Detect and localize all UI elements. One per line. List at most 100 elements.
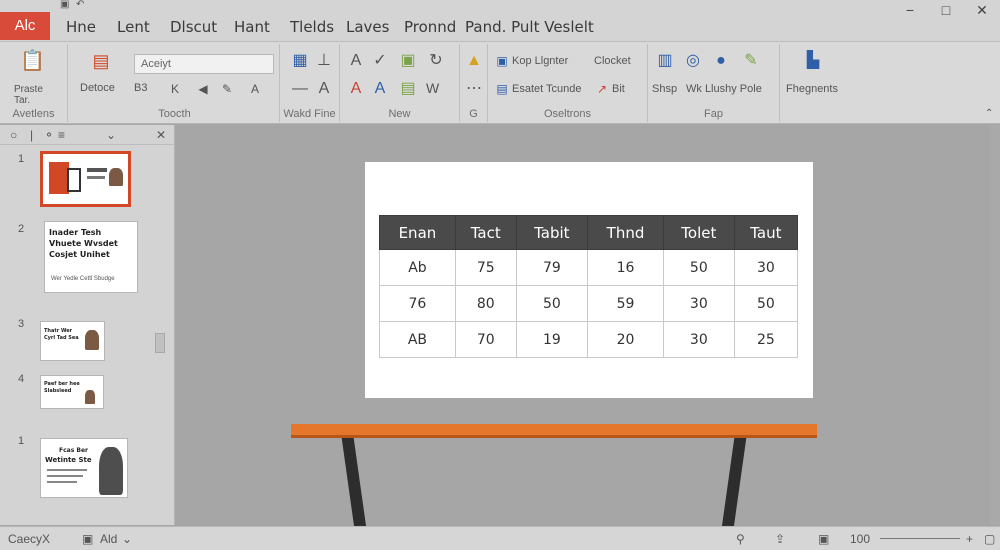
table-cell[interactable]: 76 [379, 285, 456, 322]
shape-a-icon[interactable]: A [346, 80, 366, 98]
location-icon[interactable]: ⚲ [736, 532, 745, 546]
paste-icon[interactable]: 📋 [20, 51, 45, 71]
close-icon[interactable]: ✕ [972, 0, 992, 20]
globe-icon[interactable]: ◎ [682, 52, 704, 70]
fill-icon[interactable]: A [370, 80, 390, 98]
person-icon[interactable]: ● [710, 52, 732, 70]
new-slide-icon[interactable]: ▤ [90, 52, 112, 70]
save-icon[interactable]: ▣ [60, 0, 70, 10]
table-cell[interactable]: 25 [733, 321, 799, 358]
table-header-cell[interactable]: Thnd [587, 215, 664, 250]
dash-icon[interactable]: — [290, 80, 310, 98]
table-cell[interactable]: 79 [515, 249, 589, 286]
table-header-cell[interactable]: Tabit [515, 215, 589, 250]
close-pane-icon[interactable]: ✕ [156, 128, 166, 142]
file-tab[interactable]: Alc [0, 12, 50, 40]
minimize-icon[interactable]: − [900, 0, 920, 20]
slide-thumbnail-5[interactable]: Fcas Ber Wetinte Ste [40, 438, 128, 498]
data-table[interactable]: Enan Tact Tabit Thnd Tolet Taut Ab 75 79… [379, 215, 799, 358]
refresh-icon[interactable]: ↻ [426, 52, 446, 70]
table-header-cell[interactable]: Tolet [662, 215, 735, 250]
find-icon[interactable]: ▣ [494, 52, 510, 70]
status-x[interactable]: X [42, 532, 50, 546]
italic-icon[interactable]: K [168, 80, 182, 98]
table-cell[interactable]: AB [379, 321, 456, 358]
table-cell[interactable]: 16 [587, 249, 664, 286]
paste-button-label[interactable]: Praste Tar. [14, 84, 43, 106]
zoom-value[interactable]: 100 [850, 532, 870, 546]
warning-icon[interactable]: ▲ [464, 52, 484, 70]
select-icon[interactable]: ↗ [594, 80, 610, 98]
b3-label[interactable]: B3 [134, 82, 147, 94]
table-cell[interactable]: 50 [515, 285, 589, 322]
table-cell[interactable]: 19 [515, 321, 589, 358]
table-cell[interactable]: 30 [733, 249, 799, 286]
zoom-slider[interactable] [880, 538, 960, 539]
line-icon[interactable]: ⊥ [314, 52, 334, 70]
shsp-label[interactable]: Shsp [652, 83, 677, 95]
font-color-icon[interactable]: A [248, 80, 262, 98]
tab-home[interactable]: Hne [66, 18, 96, 36]
fit-icon[interactable]: ▢ [984, 532, 995, 546]
triangle-left-icon[interactable]: ◀ [196, 80, 210, 98]
scrollbar-thumb[interactable] [155, 333, 165, 353]
find-label[interactable]: Kop Llgnter [512, 55, 568, 67]
tab-insert[interactable]: Lent [117, 18, 150, 36]
tools-icon[interactable]: ✎ [740, 52, 762, 70]
table-cell[interactable]: 50 [733, 285, 799, 322]
current-slide[interactable]: Enan Tact Tabit Thnd Tolet Taut Ab 75 79… [365, 162, 813, 398]
slide-thumbnail-1[interactable] [40, 151, 131, 207]
wk-label[interactable]: Wk Llushy Pole [686, 83, 762, 95]
clocket-label[interactable]: Clocket [594, 55, 631, 67]
notes-icon[interactable]: ▣ [82, 532, 93, 546]
table-cell[interactable]: 30 [662, 321, 735, 358]
slide-view-icon[interactable]: ▣ [818, 532, 829, 546]
dots-icon[interactable]: ⋯ [464, 80, 484, 98]
tab-design[interactable]: Dlscut [170, 18, 217, 36]
fragment-icon[interactable]: ▙ [802, 52, 824, 70]
check-icon[interactable]: ✓ [370, 52, 390, 70]
tab-animations[interactable]: Tlelds [290, 18, 334, 36]
replace-icon[interactable]: ▤ [494, 80, 510, 98]
image-icon[interactable]: ▤ [398, 80, 418, 98]
table-cell[interactable]: Ab [379, 249, 456, 286]
slide-thumbnail-3[interactable]: Thatr Wer Cyrl Tad Sea [40, 321, 105, 361]
text-a-icon[interactable]: A [346, 52, 366, 70]
table-cell[interactable]: 30 [662, 285, 735, 322]
table-cell[interactable]: 80 [454, 285, 517, 322]
canvas-scrollbar[interactable] [990, 125, 1000, 525]
pen-icon[interactable]: ✎ [220, 80, 234, 98]
replace-label[interactable]: Esatet Tcunde [512, 83, 582, 95]
outline-icon[interactable]: ≡ [58, 128, 65, 142]
picture-icon[interactable]: ▣ [398, 52, 418, 70]
align-icon[interactable]: ▦ [290, 52, 310, 70]
collapse-ribbon-icon[interactable]: ⌃ [985, 108, 993, 119]
table-cell[interactable]: 59 [587, 285, 664, 322]
table-header-cell[interactable]: Taut [733, 215, 799, 250]
font-name-combo[interactable]: Aceiyt [134, 54, 274, 74]
bit-label[interactable]: Bit [612, 83, 625, 95]
tab-view[interactable]: Pand. Pult Veslelt [465, 18, 594, 36]
pane-scrollbar[interactable]: ▼ [153, 153, 167, 547]
upload-icon[interactable]: ⇪ [775, 532, 785, 546]
table-cell[interactable]: 70 [454, 321, 517, 358]
text-a-icon[interactable]: A [314, 80, 334, 98]
table-cell[interactable]: 75 [454, 249, 517, 286]
grid-icon[interactable]: ▥ [654, 52, 676, 70]
slides-icon[interactable]: ⚬ [44, 128, 54, 142]
table-header-cell[interactable]: Enan [379, 215, 456, 250]
table-cell[interactable]: 50 [662, 249, 735, 286]
table-cell[interactable]: 20 [587, 321, 664, 358]
chevron-down-icon[interactable]: ⌄ [106, 128, 116, 142]
undo-icon[interactable]: ↶ [76, 0, 86, 10]
tab-review[interactable]: Pronnd [404, 18, 456, 36]
slide-thumbnail-4[interactable]: Paef ber hee Slabsleed [40, 375, 104, 409]
chevron-down-icon[interactable]: ⌄ [122, 532, 132, 546]
circle-icon[interactable]: ○ [10, 128, 17, 142]
w-letter[interactable]: W [426, 80, 439, 96]
fragments-label[interactable]: Fhegnents [786, 83, 838, 95]
zoom-in-icon[interactable]: + [966, 532, 973, 546]
layout-button-label[interactable]: Detoce [80, 82, 115, 94]
table-header-cell[interactable]: Tact [454, 215, 517, 250]
status-mid-text[interactable]: Ald [100, 532, 117, 546]
